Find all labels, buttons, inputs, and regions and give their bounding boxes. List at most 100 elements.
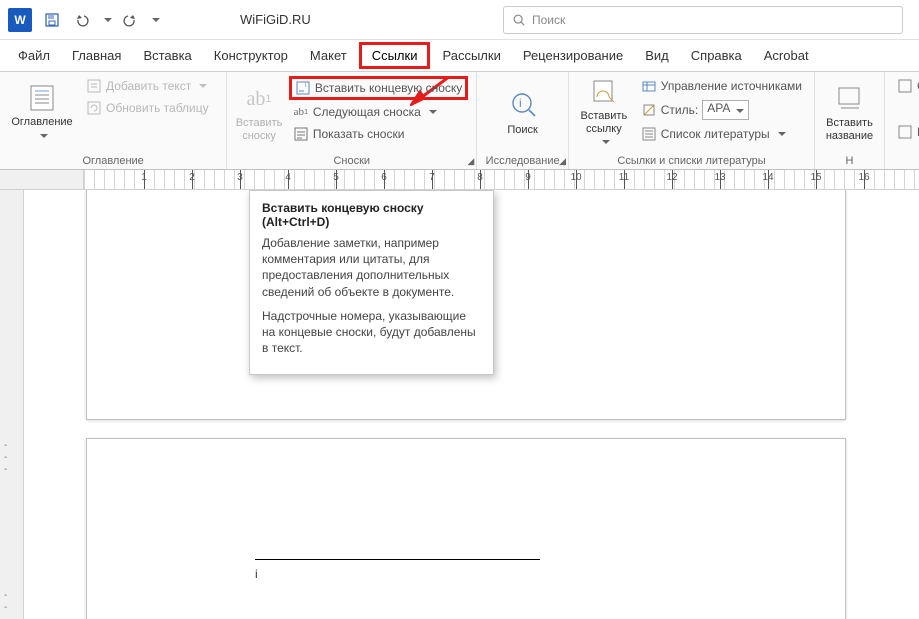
chevron-down-icon [732,104,744,118]
research-dialog-launcher[interactable]: ◢ [559,156,566,167]
bibliography-button[interactable]: Список литературы [637,124,806,144]
tab-layout[interactable]: Макет [300,42,357,69]
tab-home[interactable]: Главная [62,42,131,69]
generic-icon [897,124,913,140]
info-search-icon: i [507,90,539,122]
insert-caption-label: Вставить название [823,117,876,142]
citation-style-row: Стиль: APA [637,98,806,122]
update-toc-button[interactable]: Обновить таблицу [82,98,213,118]
caption-icon [834,83,866,115]
quick-access-toolbar [40,8,160,32]
group-toc: Оглавление Добавить текст Обновить табли… [0,72,227,169]
insert-footnote-label: Вставить сноску [235,117,283,142]
tab-help[interactable]: Справка [681,42,752,69]
bibliography-label: Список литературы [661,127,770,141]
cutoff-item-1[interactable]: С [893,76,919,96]
save-icon[interactable] [40,8,64,32]
tab-acrobat[interactable]: Acrobat [754,42,819,69]
title-bar: W WiFiGiD.RU Поиск [0,0,919,40]
undo-icon[interactable] [70,8,94,32]
next-footnote-label: Следующая сноска [313,105,421,119]
document-area[interactable]: Вставить концевую сноску (Alt+Ctrl+D) До… [24,190,919,619]
svg-text:i: i [305,83,306,89]
update-toc-label: Обновить таблицу [106,101,209,115]
next-footnote-button[interactable]: ab1 Следующая сноска [289,102,468,122]
group-citations-label: Ссылки и списки литературы [577,153,806,169]
vertical-ruler[interactable]: - - - - - [0,190,24,619]
horizontal-ruler[interactable]: 12345678910111213141516 [84,170,919,189]
group-toc-label: Оглавление [8,153,218,169]
chevron-down-icon [425,105,437,119]
chevron-down-icon [598,137,610,150]
style-icon [641,102,657,118]
tab-design[interactable]: Конструктор [204,42,298,69]
group-citations: Вставить ссылку Управление источниками С… [569,72,815,169]
tab-mailings[interactable]: Рассылки [432,42,510,69]
group-research-label: Исследование [485,153,560,169]
citation-style-value: APA [707,101,730,115]
qat-customize-icon[interactable] [148,13,160,27]
search-input[interactable]: Поиск [503,6,903,34]
group-footnotes: ab1 Вставить сноску i Вставить концевую … [227,72,477,169]
chevron-down-icon [36,131,48,144]
group-research: i Поиск Исследование ◢ [477,72,569,169]
manage-sources-button[interactable]: Управление источниками [637,76,806,96]
cutoff-item-2[interactable]: П [893,122,919,142]
smart-lookup-label: Поиск [507,124,537,137]
tab-review[interactable]: Рецензирование [513,42,633,69]
add-text-icon [86,78,102,94]
ruler-corner [0,170,84,189]
tab-file[interactable]: Файл [8,42,60,69]
word-app-icon: W [8,8,32,32]
add-text-button[interactable]: Добавить текст [82,76,213,96]
insert-endnote-button[interactable]: i Вставить концевую сноску [289,76,468,100]
insert-citation-label: Вставить ссылку [577,110,631,135]
generic-icon [897,78,913,94]
insert-citation-button[interactable]: Вставить ссылку [577,76,631,150]
workspace: - - - - - Вставить концевую сноску (Alt+… [0,190,919,619]
ribbon: Оглавление Добавить текст Обновить табли… [0,72,919,170]
document-page-2[interactable]: i [86,438,846,619]
group-footnotes-label: Сноски [235,153,468,169]
tab-insert[interactable]: Вставка [133,42,201,69]
toc-icon [26,82,58,114]
document-title: WiFiGiD.RU [240,12,311,27]
tooltip-paragraph-2: Надстрочные номера, указывающие на конце… [262,308,481,357]
show-footnotes-label: Показать сноски [313,127,405,141]
ribbon-tabs: Файл Главная Вставка Конструктор Макет С… [0,40,919,72]
insert-endnote-label: Вставить концевую сноску [315,81,462,95]
insert-endnote-tooltip: Вставить концевую сноску (Alt+Ctrl+D) До… [249,190,494,375]
smart-lookup-button[interactable]: i Поиск [495,76,551,150]
tooltip-paragraph-1: Добавление заметки, например комментария… [262,235,481,300]
style-label: Стиль: [661,103,698,117]
insert-caption-button[interactable]: Вставить название [823,76,876,150]
tab-view[interactable]: Вид [635,42,679,69]
footnote-icon: ab1 [243,83,275,115]
manage-sources-icon [641,78,657,94]
citation-style-select[interactable]: APA [702,100,749,120]
add-text-label: Добавить текст [106,79,191,93]
citation-icon [588,76,620,108]
tooltip-title: Вставить концевую сноску (Alt+Ctrl+D) [262,201,481,229]
footnote-marker: i [255,567,258,581]
group-cutoff: С П [885,72,919,169]
bibliography-icon [641,126,657,142]
toc-button[interactable]: Оглавление [8,76,76,150]
manage-sources-label: Управление источниками [661,79,802,93]
next-footnote-icon: ab1 [293,104,309,120]
endnote-icon: i [295,80,311,96]
show-footnotes-button[interactable]: Показать сноски [289,124,468,144]
footnotes-dialog-launcher[interactable]: ◢ [467,156,474,167]
footnote-separator [255,559,540,560]
undo-dropdown-icon[interactable] [100,13,112,27]
insert-footnote-button[interactable]: ab1 Вставить сноску [235,76,283,150]
group-captions-label: Н [823,153,876,169]
chevron-down-icon [195,79,207,93]
redo-icon[interactable] [118,8,142,32]
refresh-icon [86,100,102,116]
search-placeholder: Поиск [532,13,565,27]
search-icon [512,13,526,27]
show-notes-icon [293,126,309,142]
tab-references[interactable]: Ссылки [359,42,431,69]
group-captions: Вставить название Н [815,72,885,169]
